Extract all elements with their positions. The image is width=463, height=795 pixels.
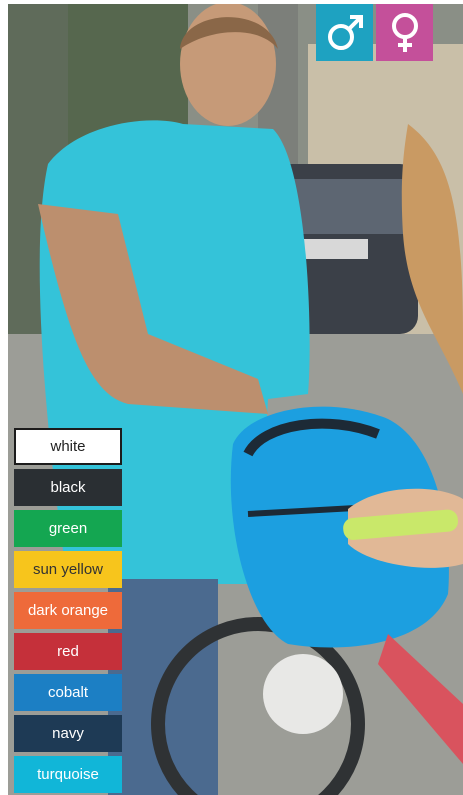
swatch-label: dark orange — [27, 602, 109, 619]
swatch-label: white — [50, 438, 86, 455]
swatch-label: red — [57, 643, 79, 660]
swatch-label: turquoise — [37, 766, 99, 783]
color-swatch-list: white black green sun yellow dark orange… — [14, 428, 122, 795]
swatch-label: green — [48, 520, 88, 537]
color-swatch-sun-yellow[interactable]: sun yellow — [14, 551, 122, 588]
color-swatch-turquoise[interactable]: turquoise — [14, 756, 122, 793]
color-swatch-navy[interactable]: navy — [14, 715, 122, 752]
swatch-label: cobalt — [47, 684, 89, 701]
color-swatch-white[interactable]: white — [14, 428, 122, 465]
color-swatch-black[interactable]: black — [14, 469, 122, 506]
color-swatch-red[interactable]: red — [14, 633, 122, 670]
female-symbol-icon — [391, 12, 418, 52]
male-filter-button[interactable] — [316, 4, 373, 61]
color-swatch-cobalt[interactable]: cobalt — [14, 674, 122, 711]
color-swatch-green[interactable]: green — [14, 510, 122, 547]
male-symbol-icon — [327, 14, 363, 50]
female-filter-button[interactable] — [376, 4, 433, 61]
product-color-selector: white black green sun yellow dark orange… — [0, 0, 463, 795]
swatch-label: sun yellow — [32, 561, 104, 578]
swatch-label: navy — [52, 725, 84, 742]
swatch-label: black — [50, 479, 86, 496]
color-swatch-dark-orange[interactable]: dark orange — [14, 592, 122, 629]
